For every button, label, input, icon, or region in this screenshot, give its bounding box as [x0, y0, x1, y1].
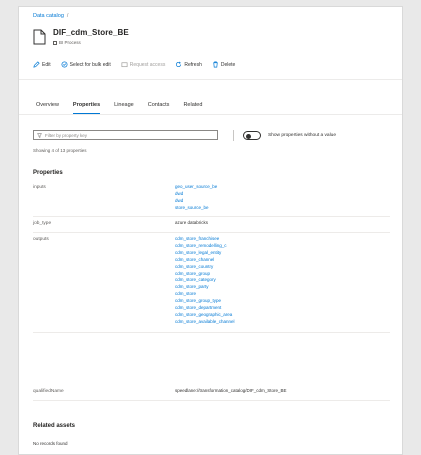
qualified-name-value: speedlane://transformation_catalog/DIF_c…: [175, 388, 287, 395]
filter-placeholder: Filter by property key: [45, 132, 88, 138]
related-assets-heading: Related assets: [33, 423, 76, 429]
output-link[interactable]: cdm_store_party: [175, 284, 235, 291]
request-access-label: Request access: [129, 61, 166, 68]
property-key-qualified-name: qualifiedName: [33, 389, 64, 394]
input-link[interactable]: dwd: [175, 198, 217, 205]
filter-icon: [37, 132, 42, 138]
tab-properties[interactable]: Properties: [72, 102, 101, 114]
asset-details-panel: Data catalog / DIF_cdm_Store_BE BI Proce…: [18, 6, 403, 455]
breadcrumb-data-catalog[interactable]: Data catalog: [33, 13, 64, 19]
output-link[interactable]: cdm_store_group: [175, 271, 235, 278]
edit-label: Edit: [42, 61, 51, 68]
output-link[interactable]: cdm_store_available_channel: [175, 319, 235, 326]
outputs-values: cdm_store_franchisee cdm_store_remodelli…: [175, 236, 235, 326]
tab-bar: Overview Properties Lineage Contacts Rel…: [36, 102, 202, 114]
tab-contacts[interactable]: Contacts: [148, 102, 170, 113]
breadcrumb: Data catalog /: [33, 13, 68, 19]
row-divider: [33, 232, 390, 233]
request-access-button[interactable]: Request access: [121, 61, 166, 68]
output-link[interactable]: cdm_store_geographic_area: [175, 312, 235, 319]
bulk-edit-button[interactable]: Select for bulk edit: [61, 61, 111, 68]
file-icon: [33, 29, 46, 45]
refresh-icon: [176, 61, 182, 68]
bulk-select-icon: [61, 61, 68, 68]
asset-type-icon: [53, 40, 57, 45]
refresh-button[interactable]: Refresh: [175, 61, 202, 68]
job-type-value: azure databricks: [175, 220, 208, 227]
input-link[interactable]: dwd: [175, 191, 217, 198]
pencil-icon: [33, 61, 40, 68]
input-link[interactable]: store_source_be: [175, 205, 217, 212]
asset-type-label: BI Process: [59, 40, 81, 45]
property-filter-input[interactable]: Filter by property key: [33, 130, 218, 140]
toolbar-divider: [19, 79, 402, 80]
delete-button[interactable]: Delete: [212, 61, 235, 68]
property-key-job-type: job_type: [33, 221, 52, 226]
output-link[interactable]: cdm_store_group_type: [175, 298, 235, 305]
show-empty-properties-toggle[interactable]: [243, 131, 261, 140]
row-divider: [33, 216, 390, 217]
property-count: Showing 4 of 13 properties: [33, 148, 87, 153]
tab-related[interactable]: Related: [183, 102, 202, 113]
property-key-outputs: outputs: [33, 237, 49, 242]
properties-heading: Properties: [33, 170, 63, 176]
page-title: DIF_cdm_Store_BE: [53, 28, 129, 37]
input-link[interactable]: geo_user_source_be: [175, 184, 217, 191]
delete-label: Delete: [220, 61, 236, 68]
output-link[interactable]: cdm_store_country: [175, 264, 235, 271]
output-link[interactable]: cdm_store_department: [175, 305, 235, 312]
output-link[interactable]: cdm_store_legal_entity: [175, 250, 235, 257]
empty-properties-toggle-group: Show properties without a value: [233, 130, 336, 141]
output-link[interactable]: cdm_store_channel: [175, 257, 235, 264]
toggle-knob: [246, 133, 251, 139]
inputs-values: geo_user_source_be dwd dwd store_source_…: [175, 184, 217, 212]
asset-header: DIF_cdm_Store_BE BI Process: [33, 28, 129, 45]
breadcrumb-separator: /: [66, 13, 69, 19]
toolbar: Edit Select for bulk edit Request access…: [33, 61, 235, 68]
job-type-text: azure databricks: [175, 220, 209, 225]
qualified-name-text: speedlane://transformation_catalog/DIF_c…: [175, 388, 287, 393]
output-link[interactable]: cdm_store_remodelling_c: [175, 243, 235, 250]
row-divider: [33, 332, 390, 333]
output-link[interactable]: cdm_store_category: [175, 277, 235, 284]
tabs-divider: [19, 114, 402, 115]
tab-lineage[interactable]: Lineage: [114, 102, 134, 113]
tab-overview[interactable]: Overview: [36, 102, 59, 113]
toggle-label: Show properties without a value: [268, 133, 336, 138]
toolbar-separator: [233, 130, 234, 141]
refresh-label: Refresh: [184, 61, 202, 68]
request-access-icon: [121, 62, 128, 68]
row-divider: [33, 400, 390, 401]
output-link[interactable]: cdm_store_franchisee: [175, 236, 235, 243]
bulk-edit-label: Select for bulk edit: [69, 61, 111, 68]
trash-icon: [213, 61, 218, 68]
property-key-inputs: inputs: [33, 185, 46, 190]
output-link[interactable]: cdm_store: [175, 291, 235, 298]
no-records-text: No records found: [33, 441, 68, 446]
asset-type: BI Process: [53, 40, 129, 45]
edit-button[interactable]: Edit: [33, 61, 51, 68]
